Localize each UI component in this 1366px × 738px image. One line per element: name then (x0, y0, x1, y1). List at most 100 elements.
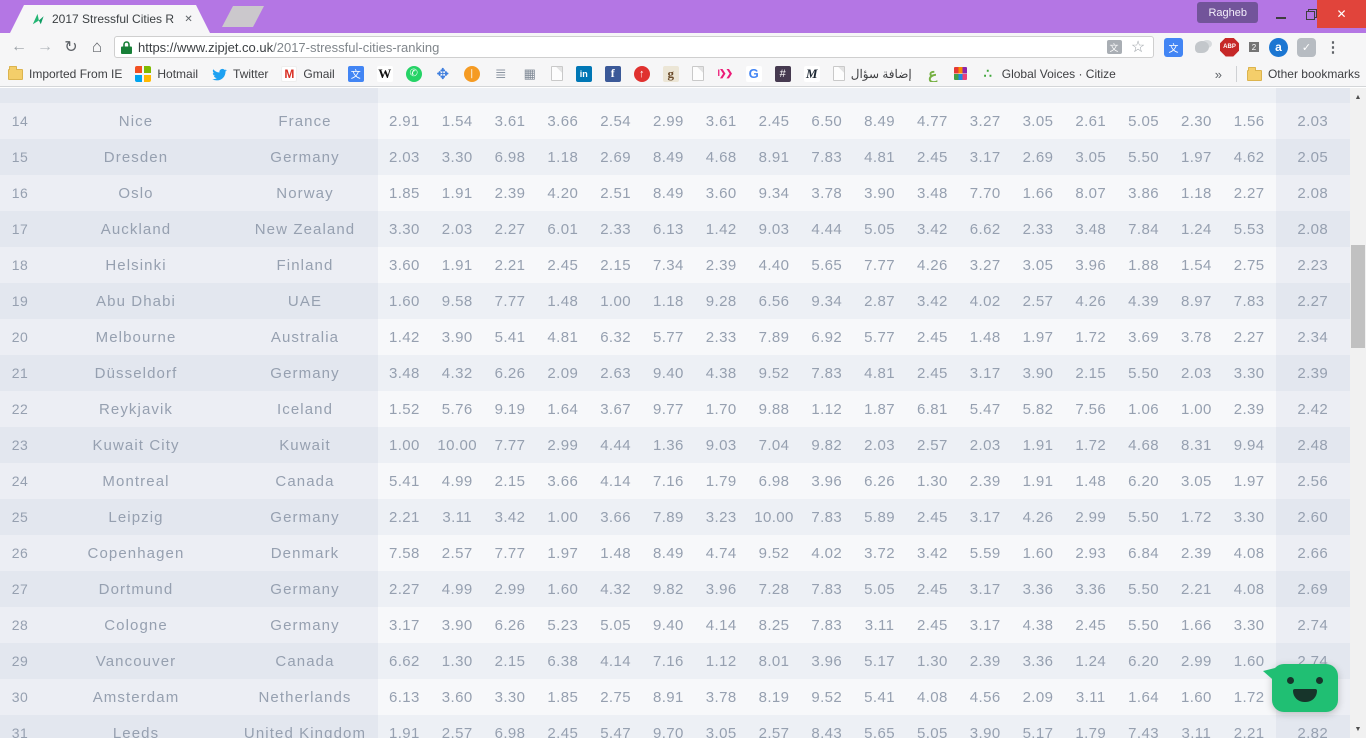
cell-score: 4.32 (441, 364, 473, 382)
cell-score: 7.58 (389, 544, 420, 562)
scroll-down-icon[interactable] (1350, 722, 1366, 736)
table-row (0, 88, 1350, 103)
adblock-extension-icon[interactable]: ABP (1220, 37, 1239, 57)
cell-score: 1.91 (1022, 472, 1054, 490)
cell-score: 7.70 (969, 184, 1001, 202)
bookmark-item[interactable]: ▦ (522, 66, 538, 82)
cell-score: 5.41 (864, 688, 895, 706)
cell-score: 3.78 (811, 184, 843, 202)
browser-tab[interactable]: 2017 Stressful Cities Rank (10, 5, 210, 33)
bookmark-item[interactable]: ✥ (435, 66, 451, 82)
cell-score: 8.01 (758, 652, 790, 670)
chat-widget-button[interactable] (1263, 664, 1338, 712)
bookmark-item[interactable]: M Gmail (281, 65, 335, 82)
bookmark-star-icon[interactable] (1129, 39, 1147, 55)
bookmark-item[interactable]: in (575, 65, 592, 82)
cell-score: 3.90 (864, 184, 895, 202)
cell-score: 4.08 (1233, 580, 1265, 598)
bookmark-item[interactable]: إضافة سؤال (832, 66, 912, 81)
bookmark-item[interactable]: g (662, 65, 679, 82)
cell-score: 3.60 (389, 256, 420, 274)
cell-score: 3.30 (1233, 616, 1265, 634)
bookmarks-overflow-chevron[interactable]: » (1211, 67, 1226, 82)
bookmark-item[interactable] (550, 66, 563, 81)
bookmark-item[interactable]: Twitter (211, 66, 268, 82)
cell-score (589, 88, 642, 103)
profile-badge[interactable]: Ragheb (1197, 2, 1258, 23)
bookmark-item[interactable]: ∴ Global Voices · Citize (980, 66, 1116, 82)
close-window-button[interactable] (1317, 0, 1366, 28)
cell-score: 1.12 (705, 652, 737, 670)
bookmark-item[interactable] (691, 66, 704, 81)
page-scrollbar[interactable] (1350, 88, 1366, 738)
cell-total-score: 2.48 (1275, 427, 1350, 463)
cell-score: 5.50 (1128, 148, 1159, 166)
bookmark-item[interactable]: # (774, 65, 791, 82)
balloon-extension-icon[interactable] (1192, 38, 1211, 57)
secure-lock-icon (121, 40, 132, 54)
cell-score (695, 88, 748, 103)
tab-close-icon[interactable] (181, 11, 196, 27)
bookmark-item[interactable]: ↑ (633, 65, 650, 82)
translate-page-icon[interactable] (1106, 40, 1122, 54)
bookmark-item[interactable]: I❯❯ (717, 66, 733, 82)
cell-score: 2.39 (969, 652, 1001, 670)
cell-score: 4.26 (1075, 292, 1107, 310)
amazon-extension-icon[interactable]: a (1269, 37, 1288, 57)
facebook-icon: f (604, 65, 621, 82)
cell-score: 1.42 (389, 328, 420, 346)
table-row: 28 Cologne Germany 3.17 3.90 6.26 5.23 5.05 9.40… (0, 607, 1350, 643)
new-tab-button[interactable] (222, 6, 264, 27)
table-row: 30 Amsterdam Netherlands 6.13 3.60 3.30 1.85 2.… (0, 679, 1350, 715)
cell-score: 2.45 (916, 580, 948, 598)
bookmark-item[interactable]: Imported From IE (8, 66, 122, 81)
cell-score: 1.60 (547, 580, 579, 598)
cell-score: 8.97 (1180, 292, 1212, 310)
bookmark-item[interactable]: G (745, 65, 762, 82)
cell-score: 2.39 (1180, 544, 1212, 562)
forward-icon[interactable] (32, 35, 58, 59)
bookmark-item[interactable]: f (604, 65, 621, 82)
cell-score (431, 88, 484, 103)
cell-score: 4.02 (969, 292, 1001, 310)
minimize-button[interactable] (1266, 0, 1296, 28)
cell-total-score: 2.03 (1275, 103, 1350, 139)
bookmark-item[interactable]: 文 (347, 65, 364, 82)
chrome-menu-icon[interactable] (1324, 36, 1342, 58)
cell-score: 1.12 (811, 400, 843, 418)
cell-rank: 14 (0, 103, 40, 139)
bookmark-item[interactable]: W (376, 65, 393, 82)
bookmark-item[interactable]: ✆ (405, 65, 422, 82)
cell-score: 10.00 (437, 436, 477, 454)
bookmark-item[interactable]: Hotmail (135, 65, 198, 82)
back-icon[interactable] (6, 35, 32, 59)
cell-score: 3.48 (389, 364, 420, 382)
twitter-icon (211, 66, 227, 82)
cell-score: 2.57 (441, 724, 473, 738)
cell-score: 1.97 (547, 544, 579, 562)
cell-score: 5.17 (1022, 724, 1054, 738)
cell-score: 2.09 (547, 364, 579, 382)
cell-score: 1.97 (1233, 472, 1265, 490)
home-icon[interactable] (84, 35, 110, 59)
compass-icon: ✥ (436, 65, 450, 82)
bookmark-item[interactable] (953, 67, 967, 80)
bookmark-item[interactable]: M (803, 65, 820, 82)
cell-score: 2.27 (389, 580, 420, 598)
stressful-cities-table: 14 Nice France 2.91 1.54 3.61 3.66 2.54 2.99 3.61… (0, 88, 1350, 738)
bookmark-item[interactable]: ≣ (493, 66, 509, 82)
bookmark-item[interactable]: ع (925, 66, 941, 82)
reload-icon[interactable] (58, 35, 84, 59)
scroll-up-icon[interactable] (1350, 90, 1366, 104)
cell-score: 1.60 (389, 292, 420, 310)
address-bar[interactable]: https://www.zipjet.co.uk/2017-stressful-… (114, 36, 1154, 58)
checkmark-extension-icon[interactable] (1297, 37, 1316, 57)
scrollbar-thumb[interactable] (1351, 245, 1365, 348)
bookmark-item[interactable]: ❘ (463, 65, 480, 82)
cell-score: 3.78 (705, 688, 737, 706)
cell-rank: 18 (0, 247, 40, 283)
translate-extension-icon[interactable] (1164, 37, 1183, 57)
cell-score: 3.17 (969, 364, 1001, 382)
cell-score (906, 88, 959, 103)
other-bookmarks-button[interactable]: Other bookmarks (1246, 66, 1360, 81)
